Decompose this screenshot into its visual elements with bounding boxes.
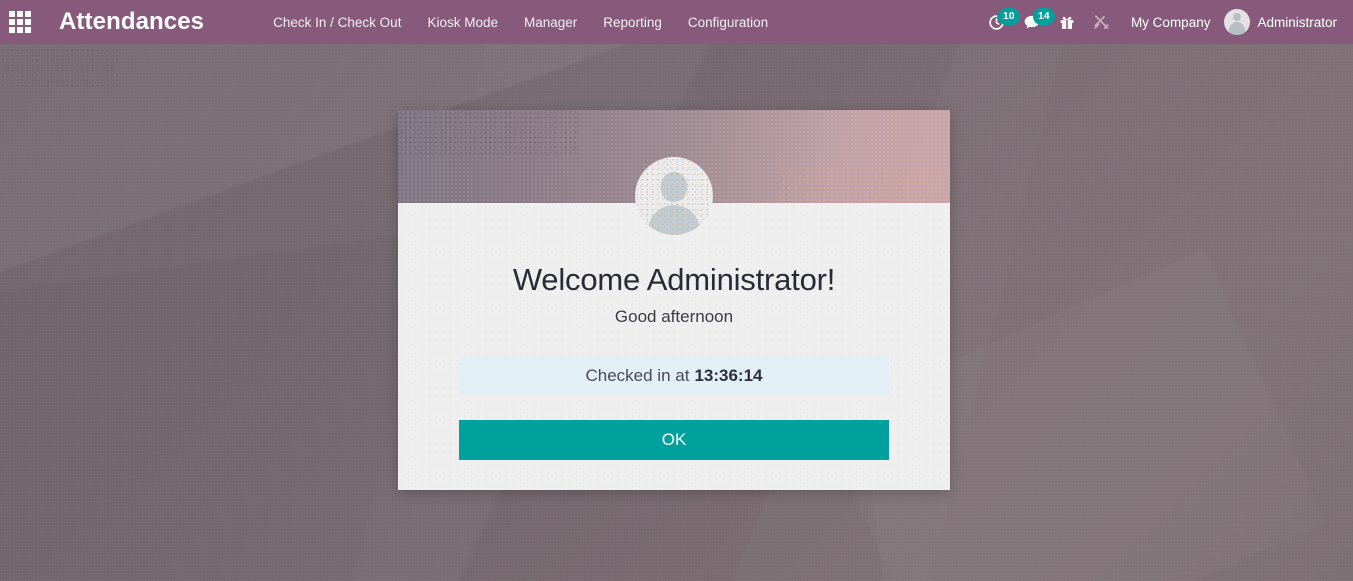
menu-item-check-in-check-out[interactable]: Check In / Check Out bbox=[260, 9, 414, 36]
dialog-body: Welcome Administrator! Good afternoon Ch… bbox=[398, 203, 950, 491]
app-brand-title[interactable]: Attendances bbox=[59, 8, 204, 36]
menu-item-kiosk-mode[interactable]: Kiosk Mode bbox=[414, 9, 511, 36]
checkin-confirmation-dialog: Welcome Administrator! Good afternoon Ch… bbox=[398, 110, 950, 491]
menu-item-manager[interactable]: Manager bbox=[511, 9, 590, 36]
header-texture-warm bbox=[780, 167, 950, 203]
apps-grid-icon bbox=[9, 11, 31, 33]
navbar-right-group: 10 14 My Company Administrator bbox=[979, 0, 1353, 44]
user-avatar-icon bbox=[1224, 9, 1251, 35]
company-switcher[interactable]: My Company bbox=[1119, 15, 1223, 30]
wallpaper-corner-dots bbox=[0, 48, 120, 88]
apps-menu-button[interactable] bbox=[4, 0, 36, 44]
dialog-header-banner bbox=[398, 110, 950, 235]
user-menu-label: Administrator bbox=[1257, 14, 1337, 30]
main-menu: Check In / Check Out Kiosk Mode Manager … bbox=[260, 9, 781, 36]
user-menu[interactable]: Administrator bbox=[1222, 9, 1343, 35]
ok-button[interactable]: OK bbox=[459, 420, 889, 461]
checked-in-time: 13:36:14 bbox=[694, 365, 763, 385]
developer-tools-button[interactable] bbox=[1084, 0, 1119, 44]
greeting-subtitle: Good afternoon bbox=[614, 307, 734, 327]
activity-menu-button[interactable]: 10 bbox=[979, 0, 1020, 44]
gift-box-icon bbox=[1059, 14, 1075, 31]
messages-menu-button[interactable]: 14 bbox=[1014, 0, 1055, 44]
top-navbar: Attendances Check In / Check Out Kiosk M… bbox=[0, 0, 1353, 44]
checked-in-label: Checked in at bbox=[585, 365, 690, 385]
checked-in-status-panel: Checked in at 13:36:14 bbox=[459, 355, 889, 397]
menu-item-configuration[interactable]: Configuration bbox=[675, 9, 781, 36]
welcome-title: Welcome Administrator! bbox=[512, 262, 836, 297]
header-texture-dark bbox=[398, 110, 578, 156]
gift-menu-button[interactable] bbox=[1050, 0, 1084, 44]
menu-item-reporting[interactable]: Reporting bbox=[590, 9, 675, 36]
wrench-screwdriver-icon bbox=[1093, 14, 1110, 31]
user-avatar-large-icon bbox=[635, 157, 713, 235]
